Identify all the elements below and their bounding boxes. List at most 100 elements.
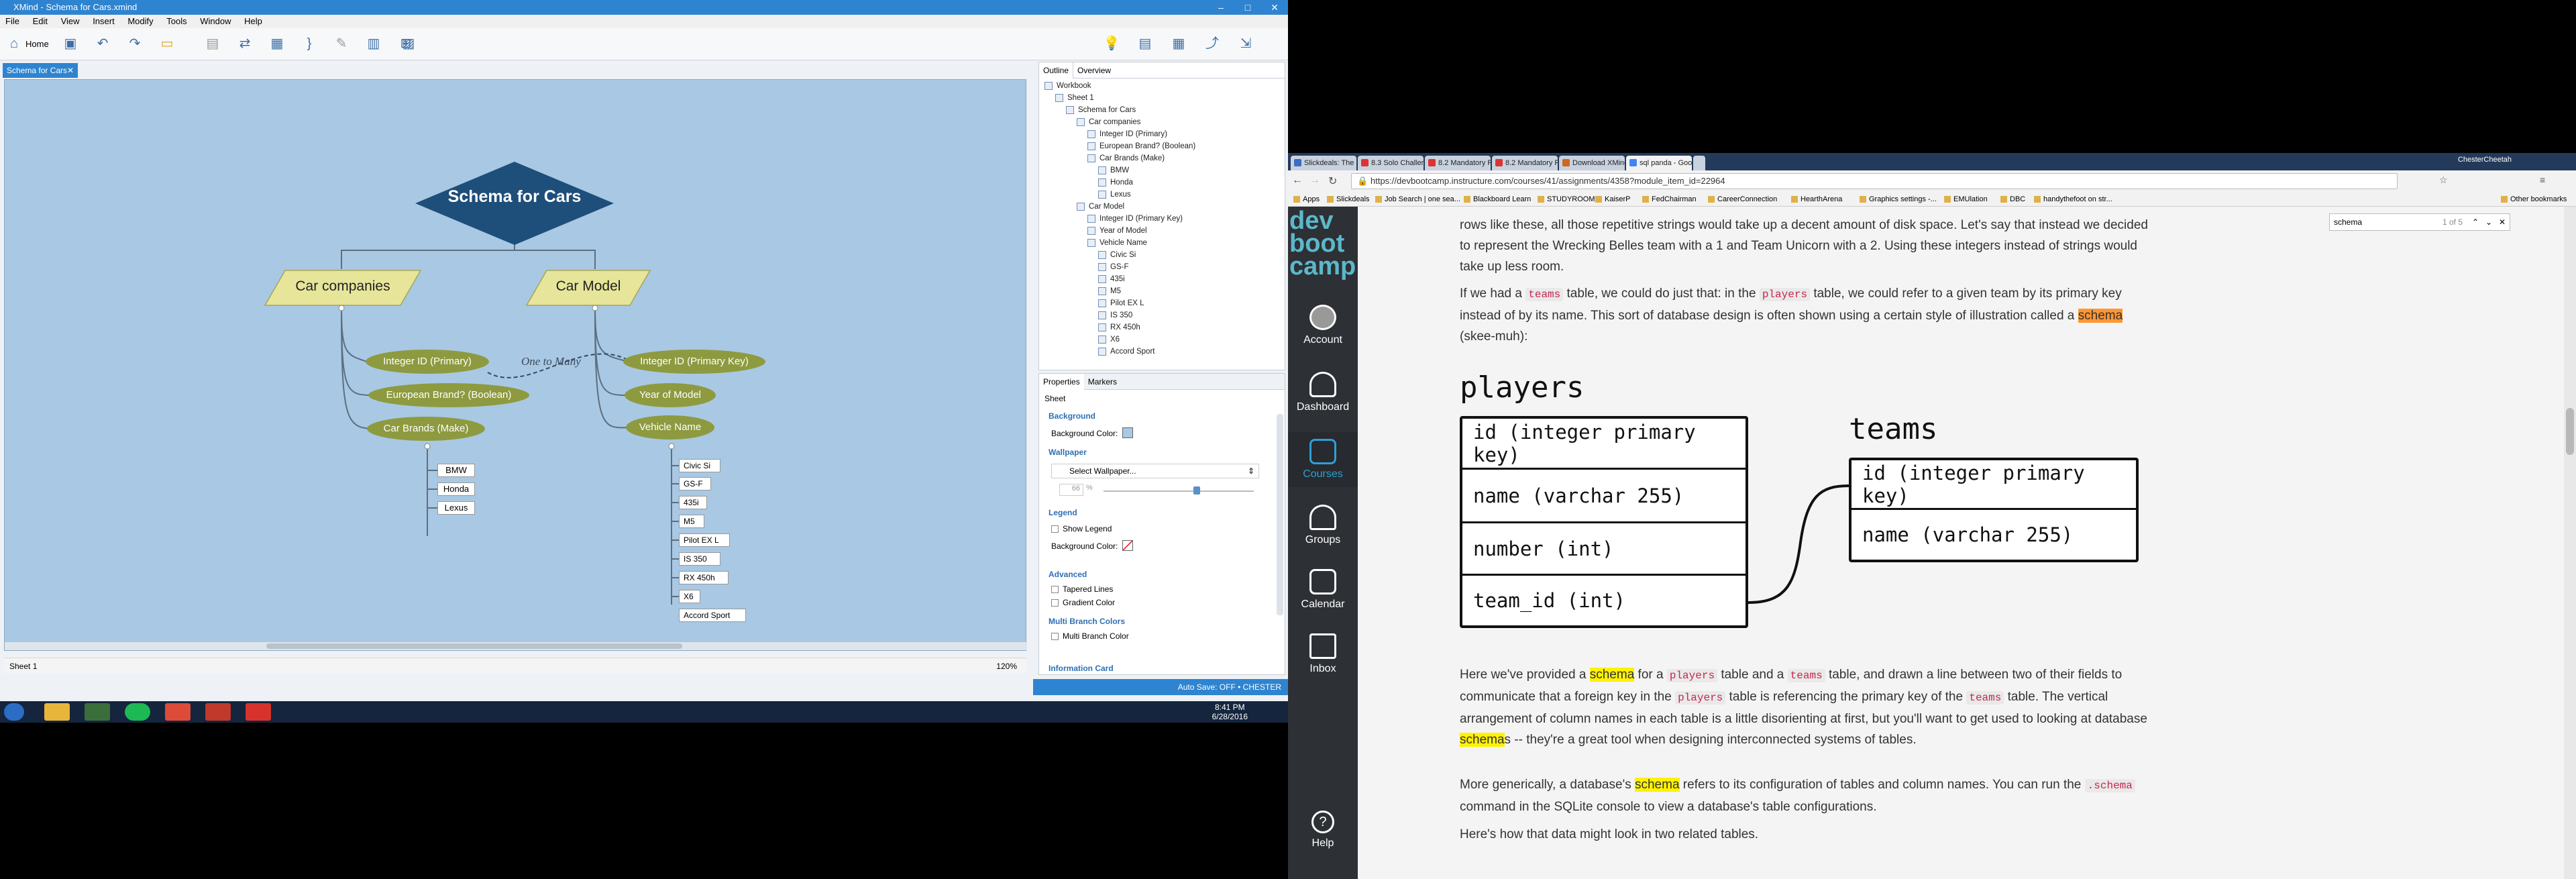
bookmark-other[interactable]: Other bookmarks	[2501, 192, 2567, 207]
bookmark-blackboard[interactable]: Blackboard Learn	[1464, 192, 1531, 207]
start-button[interactable]	[4, 703, 24, 721]
reload-icon[interactable]: ↻	[1328, 174, 1337, 188]
vehicle-x6[interactable]: X6	[679, 590, 700, 603]
opacity-input[interactable]: 66	[1059, 484, 1083, 496]
outline-row[interactable]: BMW	[1098, 164, 1129, 176]
minimize-icon[interactable]: –	[1208, 0, 1234, 15]
undo-icon[interactable]: ↶	[94, 35, 111, 52]
page-scroll-thumb[interactable]	[2566, 408, 2574, 455]
presentation-icon[interactable]: ▤	[1136, 35, 1154, 52]
find-bar[interactable]: schema 1 of 5 ⌃ ⌄ ✕	[2329, 213, 2510, 231]
vehicle-m5[interactable]: M5	[679, 515, 704, 528]
page-scrollbar[interactable]	[2564, 207, 2576, 879]
find-prev-icon[interactable]: ⌃	[2472, 214, 2479, 230]
brainstorm-icon[interactable]: 💡	[1103, 35, 1120, 52]
bookmark-kaiserp[interactable]: KaiserP	[1595, 192, 1631, 207]
redo-icon[interactable]: ↷	[126, 35, 144, 52]
vehicle-rx-450h[interactable]: RX 450h	[679, 571, 729, 584]
menu-file[interactable]: File	[0, 16, 25, 26]
vehicle-pilot-ex-l[interactable]: Pilot EX L	[679, 533, 730, 547]
multi-branch-option[interactable]: Multi Branch Color	[1051, 631, 1129, 641]
select-wallpaper-dropdown[interactable]: Select Wallpaper... ⇕	[1051, 464, 1259, 478]
vehicle-is-350[interactable]: IS 350	[679, 552, 720, 566]
bookmark-studyroom[interactable]: STUDYROOM	[1538, 192, 1595, 207]
menu-insert[interactable]: Insert	[87, 16, 120, 26]
back-icon[interactable]: ←	[1292, 174, 1303, 187]
bookmark-fedchairman[interactable]: FedChairman	[1642, 192, 1697, 207]
properties-scrollbar[interactable]	[1277, 414, 1283, 615]
background-color-swatch[interactable]	[1122, 427, 1133, 438]
outline-row[interactable]: IS 350	[1098, 309, 1132, 321]
relationship-icon[interactable]: ⇄	[236, 35, 254, 52]
subtopic-icon[interactable]: ▤	[204, 35, 221, 52]
browser-tab-3[interactable]: 8.2 Mandatory Pairing: Ch...	[1425, 156, 1491, 170]
bookmark-dbc[interactable]: DBC	[2000, 192, 2025, 207]
attachment-icon[interactable]: ▥	[365, 35, 382, 52]
menu-tools[interactable]: Tools	[161, 16, 192, 26]
address-bar[interactable]: 🔒 https://devbootcamp.instructure.com/co…	[1351, 173, 2398, 189]
legend-bg-swatch[interactable]	[1122, 540, 1133, 551]
find-input[interactable]: schema	[2334, 217, 2362, 227]
show-legend-checkbox[interactable]	[1051, 525, 1059, 533]
app-icon[interactable]	[85, 703, 110, 721]
outline-row[interactable]: Car companies	[1077, 116, 1140, 128]
canvas-h-scrollbar[interactable]	[5, 642, 1027, 650]
vehicle-accord-sport[interactable]: Accord Sport	[679, 609, 746, 622]
outline-row[interactable]: Schema for Cars	[1066, 104, 1136, 116]
outline-row[interactable]: Workbook	[1044, 80, 1091, 92]
outline-row[interactable]: 435i	[1098, 273, 1125, 285]
outline-row[interactable]: European Brand? (Boolean)	[1087, 140, 1195, 152]
outline-row[interactable]: Year of Model	[1087, 225, 1147, 237]
tab-close-icon[interactable]: ✕	[67, 63, 74, 78]
brand-honda[interactable]: Honda	[437, 482, 475, 496]
nav-courses[interactable]: Courses	[1288, 432, 1358, 487]
home-label[interactable]: Home	[25, 39, 49, 49]
menu-window[interactable]: Window	[195, 16, 236, 26]
browser-tab-5[interactable]: Download XMind for Wi...	[1559, 156, 1625, 170]
summary-icon[interactable]: }	[301, 35, 318, 52]
note-icon[interactable]: ✎	[333, 35, 350, 52]
vehicle-435i[interactable]: 435i	[679, 496, 707, 509]
outline-row[interactable]: GS-F	[1098, 261, 1128, 273]
menu-icon[interactable]: ≡	[2540, 174, 2545, 185]
outline-row[interactable]: Vehicle Name	[1087, 237, 1147, 249]
topic-icon[interactable]: ▭	[158, 35, 176, 52]
outline-row[interactable]: Civic Si	[1098, 249, 1136, 261]
bookmark-apps[interactable]: Apps	[1293, 192, 1320, 207]
bookmark-slickdeals[interactable]: Slickdeals	[1327, 192, 1370, 207]
outline-row[interactable]: Pilot EX L	[1098, 297, 1144, 309]
nav-inbox[interactable]: Inbox	[1288, 633, 1358, 675]
bookmark-emulation[interactable]: EMUlation	[1944, 192, 1988, 207]
clock[interactable]: 8:41 PM 6/28/2016	[1212, 703, 1248, 721]
tab-overview[interactable]: Overview	[1073, 62, 1115, 79]
tapered-lines-checkbox[interactable]	[1051, 586, 1059, 594]
star-icon[interactable]: ☆	[2439, 174, 2448, 186]
nav-account[interactable]: Account	[1288, 305, 1358, 346]
bookmark-heartharena[interactable]: HearthArena	[1791, 192, 1842, 207]
brand-lexus[interactable]: Lexus	[437, 501, 475, 515]
tab-properties[interactable]: Properties	[1039, 374, 1084, 390]
git-icon[interactable]	[205, 703, 231, 721]
menu-modify[interactable]: Modify	[122, 16, 158, 26]
mindmap-canvas[interactable]: Schema for Cars Car companies Car Model …	[4, 79, 1027, 651]
menu-edit[interactable]: Edit	[28, 16, 53, 26]
find-close-icon[interactable]: ✕	[2499, 214, 2506, 230]
outline-row[interactable]: Honda	[1098, 176, 1133, 189]
browser-tab-2[interactable]: 8.3 Solo Challenge: Build...	[1358, 156, 1424, 170]
browser-tab-1[interactable]: Slickdeals: The Best Deals...	[1291, 156, 1356, 170]
outline-row[interactable]: M5	[1098, 285, 1121, 297]
menu-view[interactable]: View	[56, 16, 85, 26]
bookmark-graphics[interactable]: Graphics settings -...	[1860, 192, 1937, 207]
outline-row[interactable]: Car Model	[1077, 201, 1124, 213]
outline-row[interactable]: Sheet 1	[1055, 92, 1094, 104]
nav-help[interactable]: ? Help	[1288, 811, 1358, 849]
nav-calendar[interactable]: Calendar	[1288, 569, 1358, 611]
find-next-icon[interactable]: ⌄	[2485, 214, 2492, 230]
gradient-color-option[interactable]: Gradient Color	[1051, 598, 1115, 607]
gradient-color-checkbox[interactable]	[1051, 599, 1059, 607]
opacity-slider-handle[interactable]	[1193, 486, 1200, 495]
brand-bmw[interactable]: BMW	[437, 464, 475, 477]
zoom-level[interactable]: 120%	[996, 658, 1017, 674]
bookmark-careerconnection[interactable]: CareerConnection	[1708, 192, 1777, 207]
show-legend-option[interactable]: Show Legend	[1051, 524, 1112, 533]
